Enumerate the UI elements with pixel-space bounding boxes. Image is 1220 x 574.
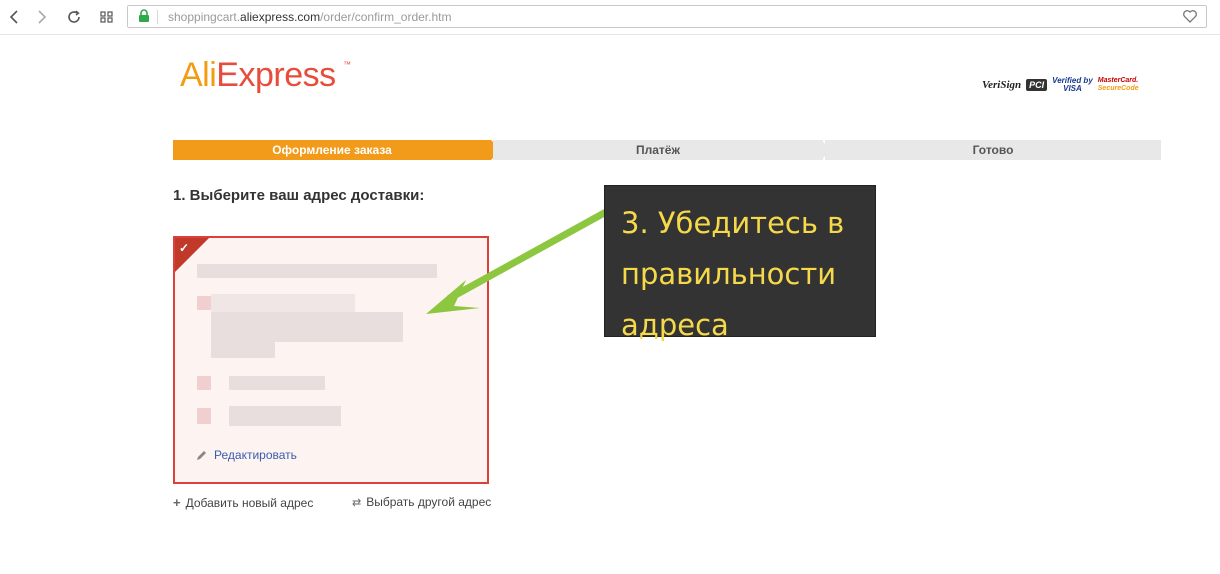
step-payment: Платёж [493, 140, 823, 160]
logo-part-express: Express [216, 56, 336, 94]
blurred-address-line [211, 312, 403, 342]
blurred-phone [229, 376, 325, 390]
step-done-label: Готово [972, 143, 1014, 157]
annotation-arrow [426, 208, 610, 314]
step-payment-label: Платёж [636, 143, 680, 157]
plus-icon: + [173, 495, 181, 510]
blurred-address-line [211, 294, 355, 312]
choose-other-address-button[interactable]: ⇄ Выбрать другой адрес [352, 495, 491, 509]
heart-icon[interactable] [1182, 8, 1198, 29]
mastercard-securecode-badge: MasterCard. SecureCode [1098, 77, 1139, 93]
url-separator [157, 10, 158, 24]
reload-button[interactable] [64, 7, 84, 27]
address-bar[interactable]: shoppingcart.aliexpress.com/order/confir… [127, 5, 1207, 28]
logo-tm: ™ [343, 60, 351, 69]
check-icon: ✓ [179, 241, 190, 255]
annotation-callout: 3. Убедитесь в правильности адреса [604, 185, 876, 342]
back-button[interactable] [4, 7, 24, 27]
url-prefix: shoppingcart. [168, 10, 241, 24]
step-order: Оформление заказа [173, 140, 491, 160]
mc-line2: SecureCode [1097, 85, 1139, 92]
security-badges: VeriSign PCI Verified by VISA MasterCard… [982, 74, 1164, 96]
url-host: aliexpress.com [240, 10, 321, 24]
verified-by-visa-badge: Verified by VISA [1052, 77, 1093, 93]
aliexpress-logo[interactable]: AliExpress ™ [180, 56, 351, 95]
add-address-button[interactable]: + Добавить новый адрес [173, 495, 313, 510]
browser-toolbar: shoppingcart.aliexpress.com/order/confir… [0, 0, 1220, 35]
blurred-marker [197, 376, 211, 390]
logo-part-ali: Ali [180, 56, 217, 94]
back-icon [9, 10, 18, 24]
url-text: shoppingcart.aliexpress.com/order/confir… [168, 10, 451, 24]
blurred-address-line [211, 342, 275, 358]
step-done: Готово [825, 140, 1161, 160]
blurred-name [197, 264, 437, 278]
forward-icon [38, 10, 47, 24]
step-order-label: Оформление заказа [272, 143, 392, 157]
edit-address-row[interactable]: Редактировать [195, 448, 297, 462]
annotation-text: 3. Убедитесь в правильности адреса [621, 206, 845, 342]
pci-badge: PCI [1026, 79, 1048, 91]
reload-icon [68, 10, 80, 23]
blurred-marker [197, 408, 211, 424]
swap-icon: ⇄ [352, 496, 362, 509]
pencil-icon [197, 450, 206, 460]
grid-icon [100, 11, 113, 23]
url-path: /order/confirm_order.htm [320, 10, 452, 24]
edit-address-link[interactable]: Редактировать [214, 448, 297, 462]
add-address-label: Добавить новый адрес [185, 495, 314, 510]
checkout-steps: Оформление заказа Платёж Готово [173, 140, 1161, 160]
blurred-email [229, 406, 341, 426]
lock-icon [138, 9, 150, 28]
section-title: 1. Выберите ваш адрес доставки: [173, 187, 425, 204]
forward-button[interactable] [32, 7, 52, 27]
blurred-marker [197, 296, 211, 310]
mc-line1: MasterCard. [1097, 77, 1139, 84]
visa-line2: VISA [1063, 84, 1082, 93]
tabs-grid-button[interactable] [97, 7, 117, 27]
verisign-badge: VeriSign [982, 79, 1022, 91]
choose-other-label: Выбрать другой адрес [366, 495, 492, 509]
